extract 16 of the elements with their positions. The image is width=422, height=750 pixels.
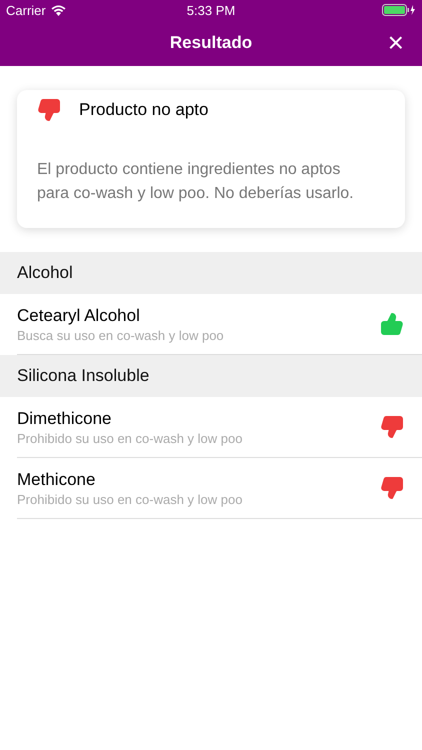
result-title: Producto no apto	[79, 100, 208, 120]
battery-icon	[382, 4, 416, 16]
time-text: 5:33 PM	[186, 2, 236, 18]
nav-title: Resultado	[170, 33, 252, 53]
result-message: El producto contiene ingredientes no aptos para co-wash y low poo. No deberías usarlo.	[37, 160, 355, 204]
ingredient-note: Prohibido su uso en co-wash y low poo	[17, 492, 242, 506]
section-title: Alcohol	[17, 263, 73, 283]
ingredient-note: Prohibido su uso en co-wash y low poo	[17, 430, 242, 446]
ingredient-name: Dimethicone	[17, 408, 112, 428]
close-button[interactable]: ×	[384, 28, 408, 58]
wifi-icon	[50, 4, 66, 16]
carrier-text: Carrier	[6, 2, 46, 18]
ingredient-name: Methicone	[17, 470, 96, 490]
section-title: Silicona Insoluble	[17, 366, 150, 386]
ingredient-note: Busca su uso en co-wash y low poo	[17, 328, 224, 342]
ingredient-name: Cetearyl Alcohol	[17, 306, 141, 326]
